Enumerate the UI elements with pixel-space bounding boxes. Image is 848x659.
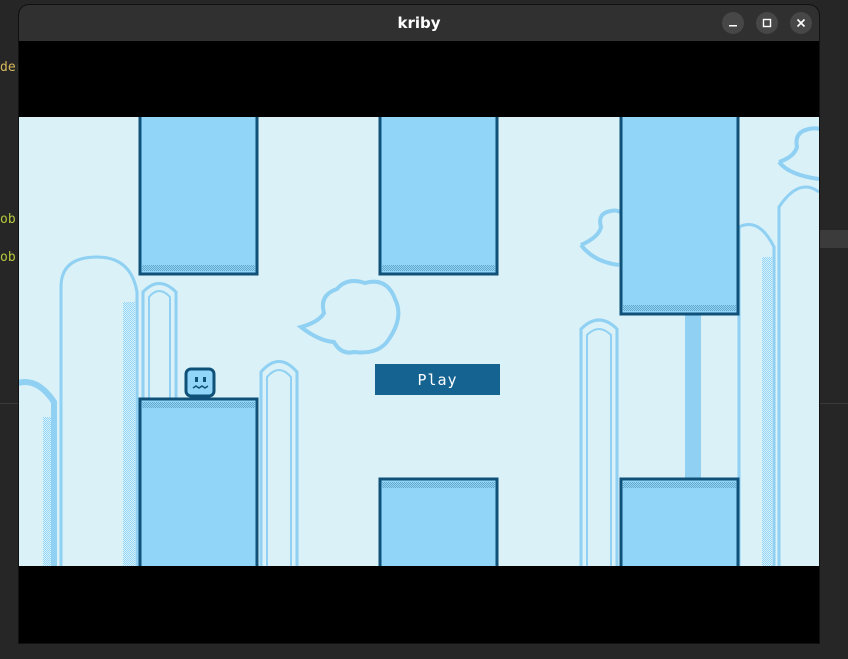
editor-highlight: [818, 230, 848, 248]
game-scene: [19, 117, 819, 566]
close-button[interactable]: [790, 12, 812, 34]
pipe-top: [619, 117, 740, 316]
minimize-button[interactable]: [722, 12, 744, 34]
close-icon: [796, 18, 806, 28]
play-button[interactable]: Play: [375, 364, 500, 395]
pipes: [138, 117, 740, 566]
maximize-icon: [762, 18, 772, 28]
window-title: kriby: [397, 14, 441, 32]
pipe-top: [378, 117, 499, 276]
player-character: [184, 367, 216, 398]
editor-text-fragment: ob: [0, 250, 16, 265]
game-canvas[interactable]: Play: [19, 117, 819, 566]
pipe-bottom: [138, 397, 259, 566]
pipe-top: [138, 117, 259, 276]
minimize-icon: [729, 25, 737, 27]
pipe-bottom: [378, 477, 499, 566]
titlebar: kriby: [19, 5, 819, 41]
game-window: kriby Play: [19, 5, 819, 643]
pipe-bottom: [619, 477, 740, 566]
maximize-button[interactable]: [756, 12, 778, 34]
editor-text-fragment: ob: [0, 212, 16, 227]
